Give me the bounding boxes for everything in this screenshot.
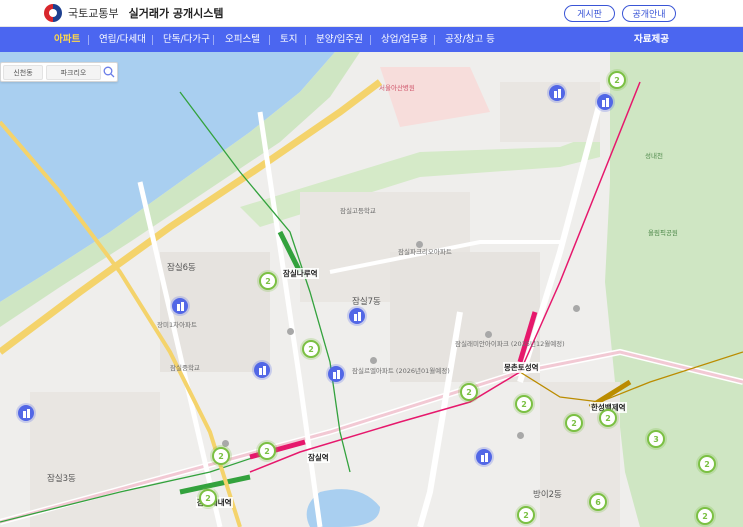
building-icon bbox=[332, 369, 340, 379]
nav-divider bbox=[88, 35, 89, 45]
nav-detached[interactable]: 단독/다가구 bbox=[163, 27, 210, 52]
cluster-marker[interactable]: 2 bbox=[696, 507, 714, 525]
nav-row-house[interactable]: 연립/다세대 bbox=[99, 27, 146, 52]
nav-divider bbox=[152, 35, 153, 45]
nav-factory[interactable]: 공장/창고 등 bbox=[445, 27, 495, 52]
seongnaecheon: 성내천 bbox=[645, 152, 663, 160]
cluster-marker[interactable]: 2 bbox=[259, 272, 277, 290]
nav-divider bbox=[434, 35, 435, 45]
poi-marker bbox=[370, 357, 377, 364]
area-jamsil7: 잠실7동 bbox=[352, 297, 381, 307]
nav-officetel[interactable]: 오피스텔 bbox=[225, 27, 260, 52]
cluster-marker[interactable]: 2 bbox=[565, 414, 583, 432]
nav-land[interactable]: 토지 bbox=[280, 27, 297, 52]
ministry-logo[interactable]: 국토교통부 실거래가 공개시스템 bbox=[44, 4, 224, 22]
area-bangi2: 방이2동 bbox=[533, 490, 562, 500]
poi-marker bbox=[222, 440, 229, 447]
cluster-marker[interactable]: 2 bbox=[698, 455, 716, 473]
cluster-marker[interactable]: 2 bbox=[460, 383, 478, 401]
search-icon[interactable] bbox=[103, 66, 115, 78]
station-mongchontoseong[interactable]: 몽촌토성역 bbox=[503, 362, 540, 373]
ministry-name: 국토교통부 bbox=[68, 7, 119, 20]
building-icon bbox=[22, 408, 30, 418]
building-icon bbox=[353, 311, 361, 321]
poi-marker bbox=[573, 305, 580, 312]
cluster-marker[interactable]: 2 bbox=[517, 506, 535, 524]
apartment-pin[interactable] bbox=[476, 449, 492, 465]
cluster-marker[interactable]: 6 bbox=[589, 493, 607, 511]
cluster-marker[interactable]: 2 bbox=[608, 71, 626, 89]
board-button[interactable]: 게시판 bbox=[564, 5, 615, 22]
building-icon bbox=[258, 365, 266, 375]
nav-divider bbox=[370, 35, 371, 45]
taegeuk-icon bbox=[44, 4, 62, 22]
cluster-marker[interactable]: 2 bbox=[515, 395, 533, 413]
area-jamsil6: 잠실6동 bbox=[167, 263, 196, 273]
cluster-marker[interactable]: 3 bbox=[647, 430, 665, 448]
nav-divider bbox=[213, 35, 214, 45]
complex-tab-parkrio[interactable]: 파크리오 bbox=[46, 65, 101, 80]
building-icon bbox=[601, 97, 609, 107]
map-base bbox=[0, 52, 743, 527]
apartment-pin[interactable] bbox=[549, 85, 565, 101]
apartment-pin[interactable] bbox=[254, 362, 270, 378]
cluster-marker[interactable]: 2 bbox=[258, 442, 276, 460]
area-jamsil3: 잠실3동 bbox=[47, 474, 76, 484]
apt-parkrio: 잠실파크리오아파트 bbox=[398, 248, 452, 256]
system-title: 실거래가 공개시스템 bbox=[128, 7, 224, 20]
region-tab-sincheon[interactable]: 신천동 bbox=[3, 65, 43, 80]
apartment-pin[interactable] bbox=[18, 405, 34, 421]
building-icon bbox=[176, 301, 184, 311]
notice-button[interactable]: 공개안내 bbox=[622, 5, 676, 22]
apt-jangmi1: 장미1차아파트 bbox=[157, 321, 198, 329]
nav-presale[interactable]: 분양/입주권 bbox=[316, 27, 363, 52]
apartment-pin[interactable] bbox=[328, 366, 344, 382]
nav-divider bbox=[305, 35, 306, 45]
apt-raemian: 잠실래미안아이파크 (2025년12월예정) bbox=[455, 340, 565, 348]
station-jamsil[interactable]: 잠실역 bbox=[307, 452, 330, 463]
apt-leel: 잠실르엘아파트 (2026년01월예정) bbox=[352, 367, 450, 375]
apartment-pin[interactable] bbox=[349, 308, 365, 324]
olympic-park: 올림픽공원 bbox=[648, 229, 678, 237]
poi-marker bbox=[287, 328, 294, 335]
cluster-marker[interactable]: 2 bbox=[302, 340, 320, 358]
map-canvas[interactable]: 잠실6동 잠실3동 방이2동 잠실7동 장미1차아파트 잠실파크리오아파트 잠실… bbox=[0, 52, 743, 527]
jamsil-middle-school: 잠실중학교 bbox=[170, 364, 200, 372]
cluster-marker[interactable]: 2 bbox=[199, 489, 217, 507]
apartment-pin[interactable] bbox=[597, 94, 613, 110]
station-jamsilnaru[interactable]: 잠실나루역 bbox=[282, 268, 319, 279]
main-nav: 아파트 연립/다세대 단독/다가구 오피스텔 토지 분양/입주권 상업/업무용 … bbox=[0, 27, 743, 52]
cluster-marker[interactable]: 2 bbox=[212, 447, 230, 465]
nav-divider bbox=[269, 35, 270, 45]
poi-marker bbox=[485, 331, 492, 338]
apartment-pin[interactable] bbox=[172, 298, 188, 314]
nav-apartment[interactable]: 아파트 bbox=[54, 27, 80, 52]
building-icon bbox=[480, 452, 488, 462]
building-icon bbox=[553, 88, 561, 98]
asan-hospital: 서울아산병원 bbox=[379, 84, 415, 92]
nav-commercial[interactable]: 상업/업무용 bbox=[381, 27, 428, 52]
poi-marker bbox=[416, 241, 423, 248]
nav-data-provision[interactable]: 자료제공 bbox=[634, 27, 669, 52]
top-header: 국토교통부 실거래가 공개시스템 게시판 공개안내 bbox=[0, 0, 743, 27]
jamsil-high-school: 잠실고등학교 bbox=[340, 207, 376, 215]
region-search-box: 신천동 파크리오 bbox=[0, 62, 118, 82]
poi-marker bbox=[517, 432, 524, 439]
cluster-marker[interactable]: 2 bbox=[599, 409, 617, 427]
